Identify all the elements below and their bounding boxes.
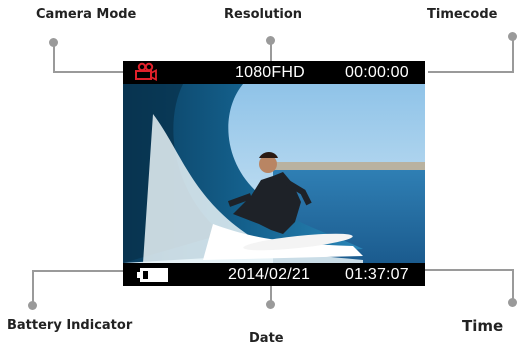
- timecode-value: 00:00:00: [345, 64, 409, 81]
- battery-indicator-label: Battery Indicator: [7, 318, 133, 333]
- camera-mode-lead-line: [53, 71, 133, 73]
- date-label: Date: [249, 331, 284, 346]
- resolution-value: 1080FHD: [235, 64, 305, 81]
- time-value: 01:37:07: [345, 266, 409, 283]
- timecode-label: Timecode: [427, 7, 498, 22]
- battery-lead-line: [32, 270, 124, 272]
- time-label: Time: [462, 317, 504, 335]
- date-value: 2014/02/21: [228, 266, 311, 283]
- timecode-lead-line: [428, 71, 514, 73]
- battery-icon: [137, 268, 169, 282]
- date-lead-line: [270, 284, 272, 302]
- timecode-lead-line: [512, 36, 514, 72]
- camera-mode-lead-line: [53, 42, 55, 72]
- battery-lead-line: [32, 271, 34, 304]
- viewfinder-image: [123, 84, 425, 263]
- video-camera-icon: [134, 62, 158, 82]
- top-status-bar: 1080FHD 00:00:00: [123, 61, 425, 84]
- bottom-status-bar: 2014/02/21 01:37:07: [123, 263, 425, 286]
- camera-mode-label: Camera Mode: [36, 7, 137, 22]
- resolution-label: Resolution: [224, 7, 303, 22]
- camera-screen: 1080FHD 00:00:00 2014/02/21 01:37:07: [123, 61, 425, 286]
- time-lead-line: [425, 269, 514, 271]
- time-lead-line: [512, 270, 514, 302]
